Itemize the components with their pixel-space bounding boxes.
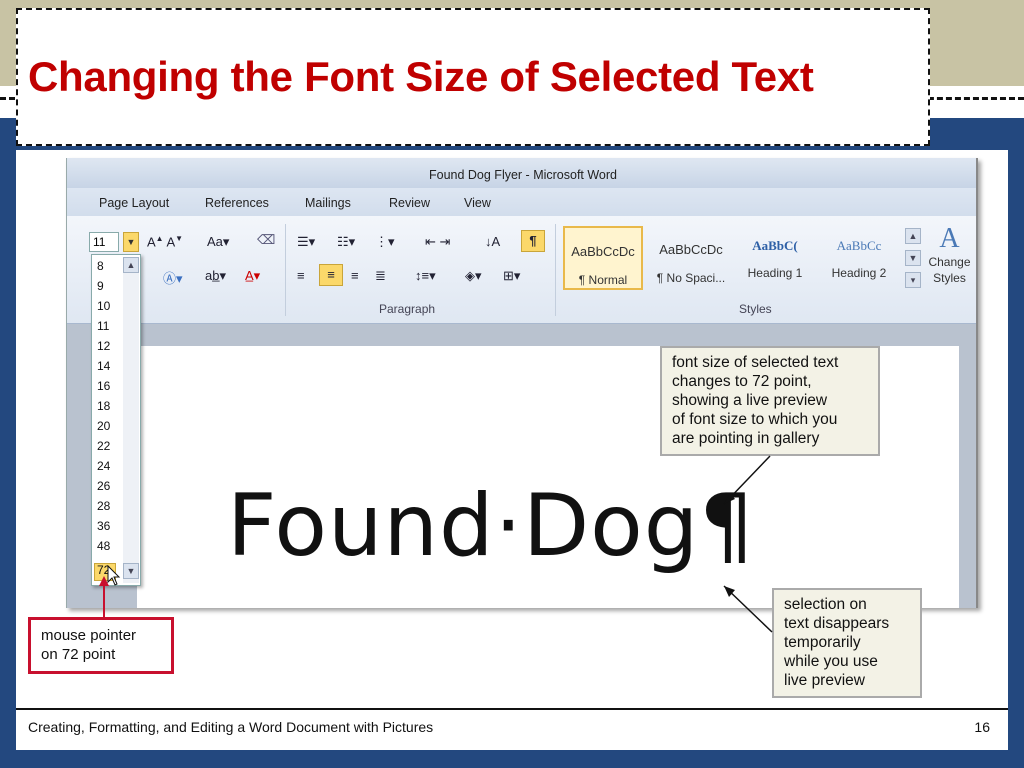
font-size-option[interactable]: 20 [97, 419, 110, 433]
font-size-option[interactable]: 24 [97, 459, 110, 473]
tab-mailings[interactable]: Mailings [305, 196, 351, 210]
font-color-icon[interactable]: A̲▾ [245, 268, 260, 284]
font-size-option-72[interactable]: 72 [97, 563, 110, 577]
font-size-box[interactable]: 11 [89, 232, 119, 252]
scroll-down-icon[interactable]: ▼ [123, 563, 139, 579]
font-size-option[interactable]: 11 [97, 319, 109, 333]
styles-more[interactable]: ▾ [905, 272, 921, 288]
change-styles-icon: A [939, 223, 960, 254]
window-title: Found Dog Flyer - Microsoft Word [67, 158, 976, 188]
align-left-icon[interactable]: ≡ [297, 268, 305, 283]
ribbon-separator [555, 224, 556, 316]
align-center-icon[interactable]: ≡ [319, 264, 343, 286]
borders-icon[interactable]: ⊞▾ [503, 268, 520, 284]
ribbon-tabs: Page Layout References Mailings Review V… [67, 188, 976, 216]
style-normal[interactable]: AaBbCcDc ¶ Normal [563, 226, 643, 290]
font-size-option[interactable]: 14 [97, 359, 110, 373]
font-size-option[interactable]: 36 [97, 519, 110, 533]
bullets-icon[interactable]: ☰▾ [297, 234, 315, 250]
highlight-icon[interactable]: ab̲▾ [205, 268, 226, 284]
style-heading-2[interactable]: AaBbCc Heading 2 [819, 226, 899, 290]
font-size-option[interactable]: 16 [97, 379, 110, 393]
font-size-option[interactable]: 10 [97, 299, 110, 313]
font-size-option[interactable]: 8 [97, 259, 104, 273]
callout-mouse-pointer: mouse pointer on 72 point [28, 617, 174, 674]
grow-font-icon[interactable]: A▲ A▼ [147, 234, 183, 249]
sort-icon[interactable]: ↓A [485, 234, 500, 249]
align-right-icon[interactable]: ≡ [351, 268, 359, 283]
font-size-option[interactable]: 48 [97, 539, 110, 553]
font-size-option[interactable]: 12 [97, 339, 110, 353]
font-size-option[interactable]: 18 [97, 399, 110, 413]
justify-icon[interactable]: ≣ [375, 268, 386, 284]
document-text[interactable]: Found·Dog¶ [227, 476, 755, 576]
callout-selection: selection on text disappears temporarily… [772, 588, 922, 698]
paragraph-group-label: Paragraph [379, 302, 436, 316]
tab-review[interactable]: Review [389, 196, 430, 210]
clear-format-icon[interactable]: ⌫ [257, 232, 275, 248]
tab-view[interactable]: View [464, 196, 491, 210]
font-size-option[interactable]: 26 [97, 479, 110, 493]
slide-title: Changing the Font Size of Selected Text [28, 53, 814, 100]
styles-group-label: Styles [739, 302, 772, 316]
indent-icon[interactable]: ⇤ ⇥ [425, 234, 450, 250]
font-size-option[interactable]: 9 [97, 279, 104, 293]
page-number: 16 [974, 719, 990, 735]
shading-icon[interactable]: ◈▾ [465, 268, 482, 284]
line-spacing-icon[interactable]: ↕≡▾ [415, 268, 436, 284]
change-case-icon[interactable]: Aa▾ [207, 234, 229, 250]
numbering-icon[interactable]: ☷▾ [337, 234, 355, 250]
title-box: Changing the Font Size of Selected Text [16, 8, 930, 146]
gallery-scrollbar[interactable]: ▲ ▼ [123, 257, 139, 583]
style-no-spacing[interactable]: AaBbCcDc ¶ No Spaci... [651, 226, 731, 290]
callout-live-preview: font size of selected text changes to 72… [660, 346, 880, 456]
text-effects-icon[interactable]: Ⓐ▾ [163, 268, 183, 287]
scroll-up-icon[interactable]: ▲ [123, 257, 139, 273]
tab-references[interactable]: References [205, 196, 269, 210]
ribbon-separator [285, 224, 286, 316]
styles-scroll-down[interactable]: ▼ [905, 250, 921, 266]
change-styles-button[interactable]: A Change Styles [923, 224, 976, 286]
multilevel-list-icon[interactable]: ⋮▾ [375, 234, 395, 250]
show-marks-icon[interactable]: ¶ [521, 230, 545, 252]
footer-text: Creating, Formatting, and Editing a Word… [28, 719, 434, 735]
style-heading-1[interactable]: AaBbC( Heading 1 [735, 226, 815, 290]
footer: Creating, Formatting, and Editing a Word… [16, 708, 1008, 750]
font-size-dropdown[interactable]: ▼ [123, 232, 139, 252]
tab-page-layout[interactable]: Page Layout [99, 196, 169, 210]
font-size-option[interactable]: 28 [97, 499, 110, 513]
font-size-option[interactable]: 22 [97, 439, 110, 453]
styles-scroll-up[interactable]: ▲ [905, 228, 921, 244]
font-size-gallery: 8 9 10 11 12 14 16 18 20 22 24 26 28 36 … [91, 254, 141, 586]
